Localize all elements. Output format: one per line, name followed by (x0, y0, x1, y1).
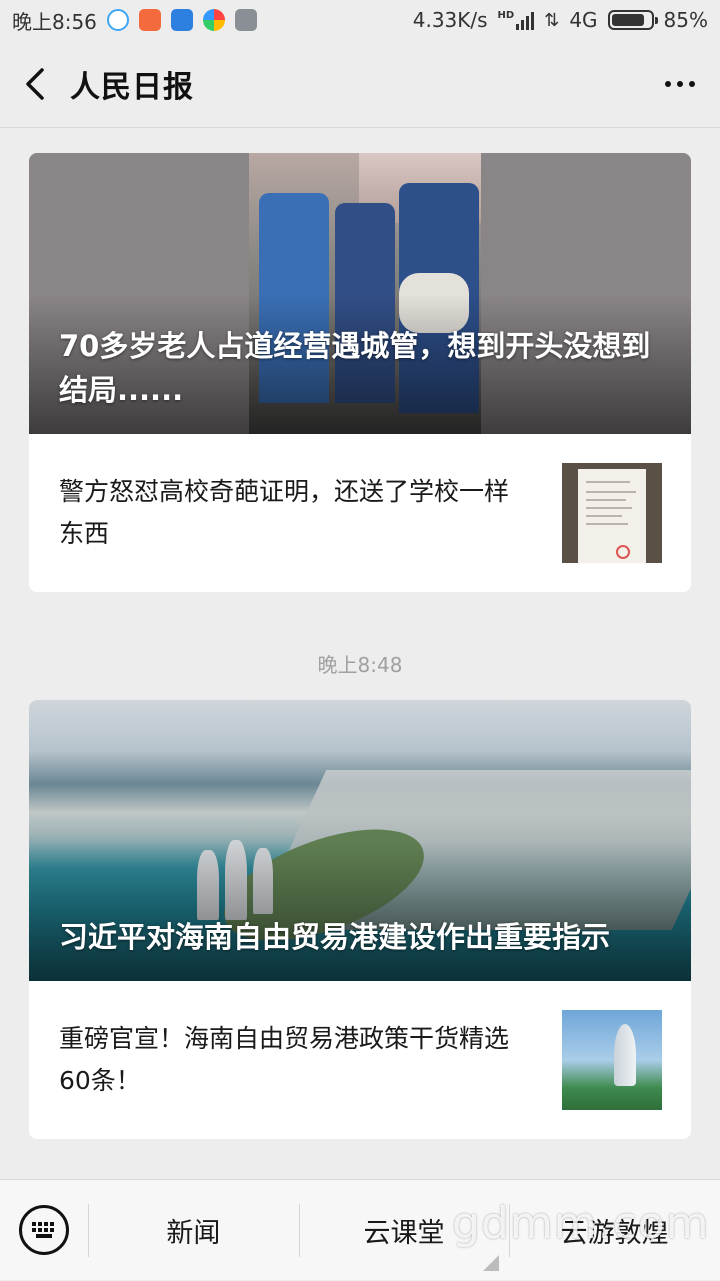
qq-browser-icon (106, 9, 129, 31)
hd-signal-icon: HD (498, 10, 535, 30)
mobile-assistant-icon (202, 9, 225, 31)
network-type: 4G (569, 8, 598, 32)
status-time: 晚上8:56 (12, 9, 97, 34)
hero-title: 70多岁老人占道经营遇城管，想到开头没想到结局...... (59, 329, 651, 407)
article-card: 70多岁老人占道经营遇城管，想到开头没想到结局...... 警方怒怼高校奇葩证明… (29, 153, 691, 592)
sub-article-title: 警方怒怼高校奇葩证明，还送了学校一样东西 (59, 477, 510, 548)
hero-title: 习近平对海南自由贸易港建设作出重要指示 (59, 920, 611, 954)
keyboard-icon (19, 1205, 69, 1255)
article-card: 习近平对海南自由贸易港建设作出重要指示 重磅官宣！海南自由贸易港政策干货精选60… (29, 700, 691, 1139)
more-options-button[interactable] (640, 40, 720, 128)
message-list: 70多岁老人占道经营遇城管，想到开头没想到结局...... 警方怒怼高校奇葩证明… (0, 129, 720, 1179)
hd-label: HD (497, 10, 515, 21)
more-dot (677, 80, 683, 87)
battery-icon (607, 10, 658, 30)
more-dot (665, 80, 671, 87)
sub-article[interactable]: 重磅官宣！海南自由贸易港政策干货精选60条！ (29, 981, 691, 1139)
status-bar: 晚上8:56 4.33K/s HD ⇅ 4G 85% (0, 0, 720, 40)
more-dot (689, 80, 695, 87)
notes-icon (234, 9, 257, 31)
sub-article[interactable]: 警方怒怼高校奇葩证明，还送了学校一样东西 (29, 434, 691, 592)
taobao-icon (138, 9, 161, 31)
hero-article[interactable]: 70多岁老人占道经营遇城管，想到开头没想到结局...... (29, 153, 691, 434)
sub-article-thumbnail (562, 463, 662, 563)
network-speed: 4.33K/s (412, 8, 488, 32)
menu-item-label: 云课堂 (363, 1217, 445, 1249)
header: 人民日报 (0, 40, 720, 128)
menu-item-news[interactable]: 新闻 (88, 1180, 299, 1281)
back-button[interactable] (0, 40, 70, 128)
page-title: 人民日报 (70, 69, 194, 105)
back-arrow-icon (26, 67, 44, 100)
sub-article-title: 重磅官宣！海南自由贸易港政策干货精选60条！ (59, 1024, 510, 1095)
keyboard-toggle-button[interactable] (0, 1180, 88, 1281)
menu-item-label: 新闻 (166, 1217, 221, 1249)
watermark: gdmm.com (452, 1198, 710, 1249)
submenu-indicator-icon (483, 1254, 500, 1271)
sub-article-thumbnail (562, 1010, 662, 1110)
message-timestamp: 晚上8:48 (317, 653, 403, 677)
hot-news-icon (170, 9, 193, 31)
hero-article[interactable]: 习近平对海南自由贸易港建设作出重要指示 (29, 700, 691, 981)
battery-percent: 85% (663, 8, 708, 32)
data-transfer-icon: ⇅ (544, 9, 560, 31)
